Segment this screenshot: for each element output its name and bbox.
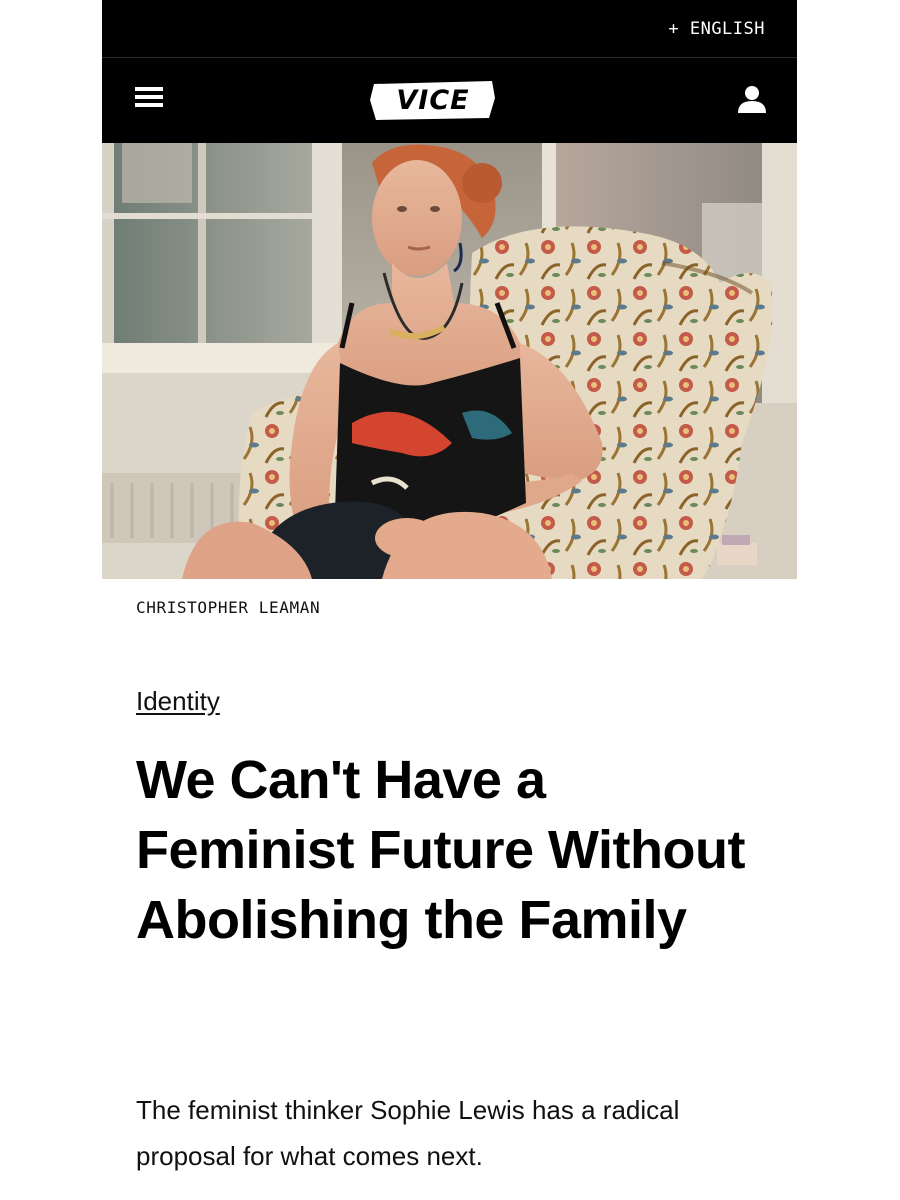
article-title: We Can't Have a Feminist Future Without … <box>136 750 745 950</box>
language-switcher[interactable]: + ENGLISH <box>668 19 765 39</box>
top-bar: + ENGLISH <box>102 0 797 58</box>
article-page: + ENGLISH VICE CHRISTOPHER LEAMAN Identi… <box>0 0 900 1200</box>
photo-credit: CHRISTOPHER LEAMAN <box>136 598 321 617</box>
menu-icon[interactable] <box>135 87 163 113</box>
site-column: + ENGLISH VICE <box>102 0 797 579</box>
logo-text: VICE <box>396 85 469 116</box>
hero-image <box>102 143 797 579</box>
user-icon[interactable] <box>737 84 767 114</box>
vice-logo[interactable]: VICE <box>368 78 498 122</box>
article-dek: The feminist thinker Sophie Lewis has a … <box>136 1095 680 1171</box>
category-link[interactable]: Identity <box>136 686 220 717</box>
nav-bar: VICE <box>102 58 797 143</box>
